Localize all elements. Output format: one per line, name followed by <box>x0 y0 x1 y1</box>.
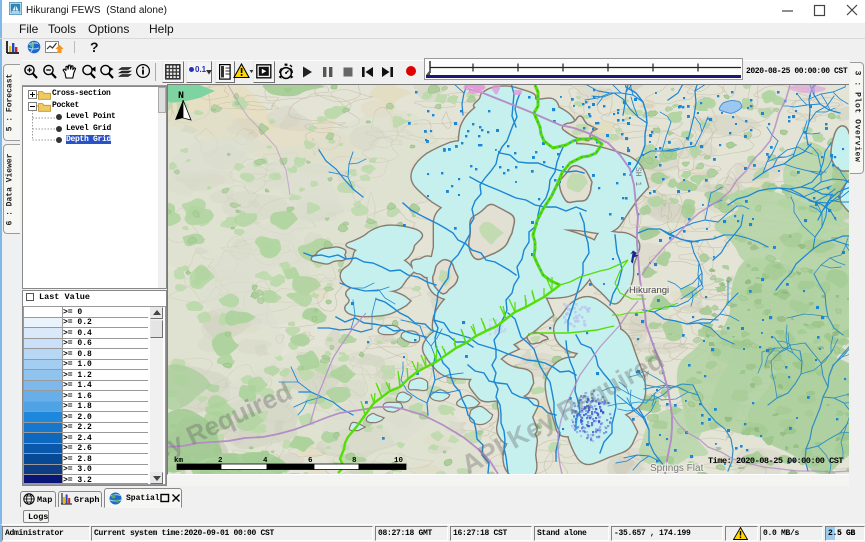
svg-text:2: 2 <box>218 457 223 465</box>
svg-text:SH 1: SH 1 <box>633 167 642 186</box>
svg-text:6: 6 <box>308 457 313 465</box>
svg-text:4: 4 <box>263 457 268 465</box>
svg-text:10: 10 <box>394 457 404 465</box>
svg-text:Springs Flat: Springs Flat <box>650 463 704 474</box>
svg-text:Hikurangi: Hikurangi <box>629 285 669 296</box>
svg-text:Time: 2020-08-25 00:00:00 CST: Time: 2020-08-25 00:00:00 CST <box>708 456 843 466</box>
svg-text:8: 8 <box>352 457 357 465</box>
